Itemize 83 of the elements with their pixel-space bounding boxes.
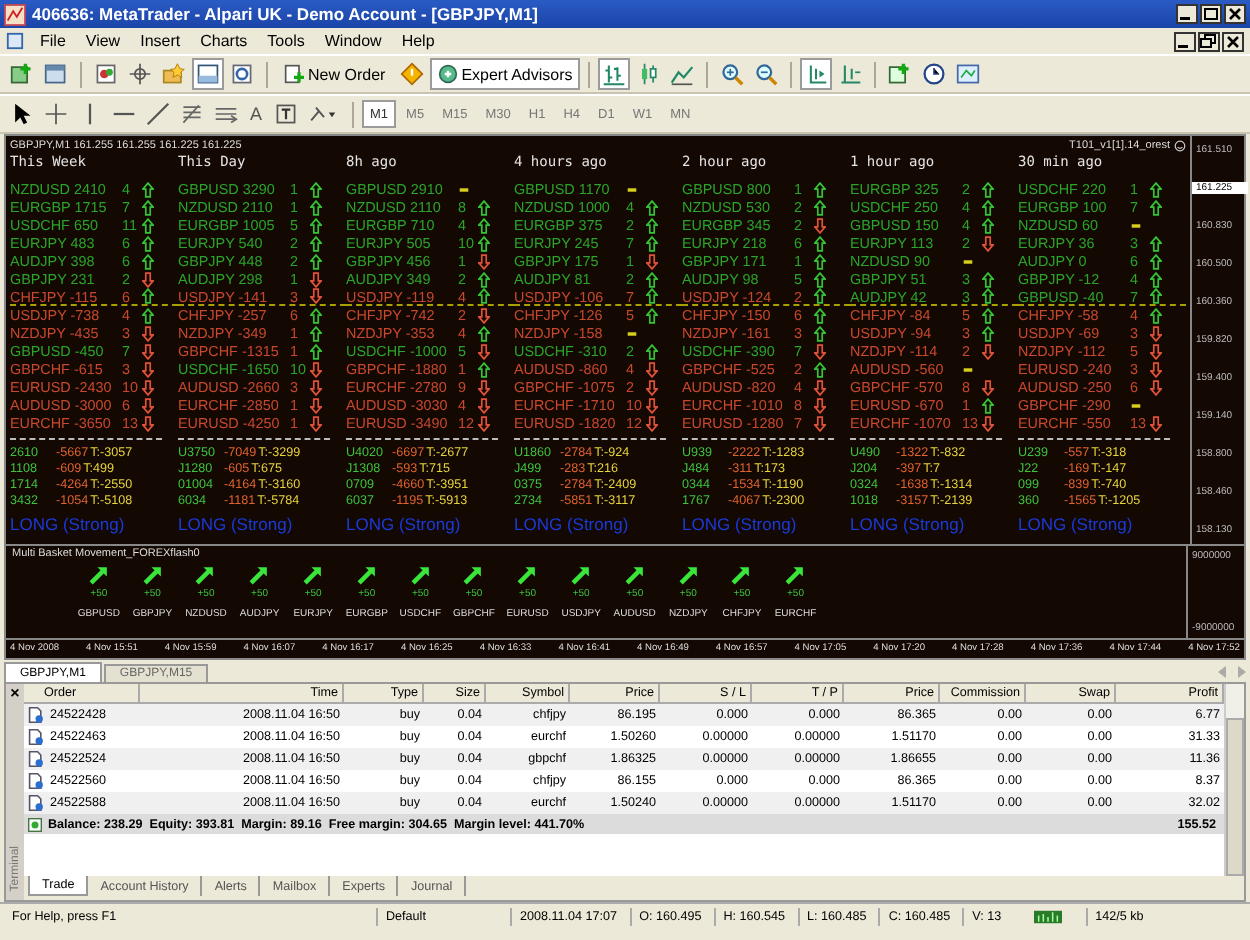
up-right-arrow-icon <box>141 564 164 586</box>
restore-button[interactable] <box>1198 31 1220 51</box>
connection-icon <box>1033 910 1062 924</box>
minimize-button[interactable] <box>1176 4 1198 24</box>
text-label-icon[interactable] <box>272 100 301 128</box>
terminal-icon[interactable] <box>194 60 222 88</box>
clock-icon[interactable] <box>920 60 949 88</box>
up-right-arrow-icon <box>248 564 271 586</box>
signal-label: LONG (Strong) <box>514 514 631 534</box>
text-tool[interactable]: A <box>246 104 267 124</box>
up-right-arrow-icon <box>677 564 700 586</box>
menu-item[interactable]: View <box>77 32 129 50</box>
down-arrow-icon <box>478 343 490 359</box>
signal-label: LONG (Strong) <box>850 514 967 534</box>
menu-item[interactable]: Insert <box>132 32 189 50</box>
menu-item[interactable]: Help <box>393 32 443 50</box>
smiley-icon <box>1174 139 1186 151</box>
down-arrow-icon <box>646 253 658 269</box>
up-arrow-icon <box>478 325 490 341</box>
signal-label: LONG (Strong) <box>10 514 127 534</box>
profiles-icon[interactable] <box>42 60 70 88</box>
up-right-arrow-icon <box>87 564 110 586</box>
indicator-icon[interactable] <box>886 60 915 88</box>
down-arrow-icon <box>814 343 826 359</box>
line-chart-icon[interactable] <box>668 60 697 88</box>
down-arrow-icon <box>982 343 994 359</box>
down-arrow-icon <box>478 307 490 323</box>
expert-advisors-button[interactable]: Expert Advisors <box>431 60 579 88</box>
up-arrow-icon <box>646 343 658 359</box>
scrollbar[interactable] <box>1224 684 1244 876</box>
crosshair-icon[interactable] <box>126 60 154 88</box>
fibonacci-icon[interactable] <box>178 100 206 128</box>
menu-item[interactable]: Window <box>316 32 390 50</box>
tester-icon[interactable] <box>228 60 256 88</box>
down-arrow-icon <box>982 235 994 251</box>
document-icon <box>6 32 24 50</box>
market-watch-icon[interactable] <box>92 60 120 88</box>
menu-item[interactable]: File <box>32 32 74 50</box>
up-right-arrow-icon <box>623 564 646 586</box>
up-right-arrow-icon <box>302 564 325 586</box>
close-button[interactable] <box>1222 31 1244 51</box>
up-right-arrow-icon <box>784 564 807 586</box>
trendline-icon[interactable] <box>144 100 172 128</box>
minimize-button[interactable] <box>1174 31 1196 51</box>
down-arrow-icon <box>814 217 826 233</box>
new-chart-icon[interactable] <box>8 60 36 88</box>
down-arrow-icon <box>142 271 154 287</box>
zoom-out-icon[interactable] <box>752 60 781 88</box>
up-right-arrow-icon <box>355 564 378 586</box>
down-arrow-icon <box>478 253 490 269</box>
maximize-button[interactable] <box>1200 4 1222 24</box>
new-order-icon <box>284 64 304 84</box>
up-right-arrow-icon <box>194 564 217 586</box>
alert-icon[interactable] <box>397 60 426 88</box>
down-arrow-icon <box>982 379 994 395</box>
close-button[interactable]: × <box>10 684 20 702</box>
signal-label: LONG (Strong) <box>1018 514 1135 534</box>
up-right-arrow-icon <box>462 564 485 586</box>
zoom-in-icon[interactable] <box>718 60 747 88</box>
up-right-arrow-icon <box>516 564 539 586</box>
up-arrow-icon <box>478 361 490 377</box>
app-icon <box>4 3 26 25</box>
up-right-arrow-icon <box>730 564 753 586</box>
signal-label: LONG (Strong) <box>682 514 799 534</box>
signal-label: LONG (Strong) <box>178 514 295 534</box>
expert-icon <box>437 64 458 84</box>
up-arrow-icon <box>814 361 826 377</box>
up-right-arrow-icon <box>409 564 432 586</box>
chart-shift-icon[interactable] <box>802 60 831 88</box>
menu-item[interactable]: Tools <box>259 32 313 50</box>
down-arrow-icon <box>1150 415 1162 431</box>
window-title: 406636: MetaTrader - Alpari UK - Demo Account - [GBPJPY,M1] <box>32 4 539 24</box>
close-button[interactable] <box>1224 4 1246 24</box>
signal-label: LONG (Strong) <box>346 514 463 534</box>
template-icon[interactable] <box>954 60 983 88</box>
down-arrow-icon <box>982 415 994 431</box>
menu-item[interactable]: Charts <box>192 32 256 50</box>
new-order-button[interactable]: New Order <box>278 60 392 88</box>
bar-chart-icon[interactable] <box>600 60 629 88</box>
crosshair-icon[interactable] <box>42 100 70 128</box>
up-right-arrow-icon <box>570 564 593 586</box>
autoscroll-icon[interactable] <box>836 60 865 88</box>
up-arrow-icon <box>982 397 994 413</box>
